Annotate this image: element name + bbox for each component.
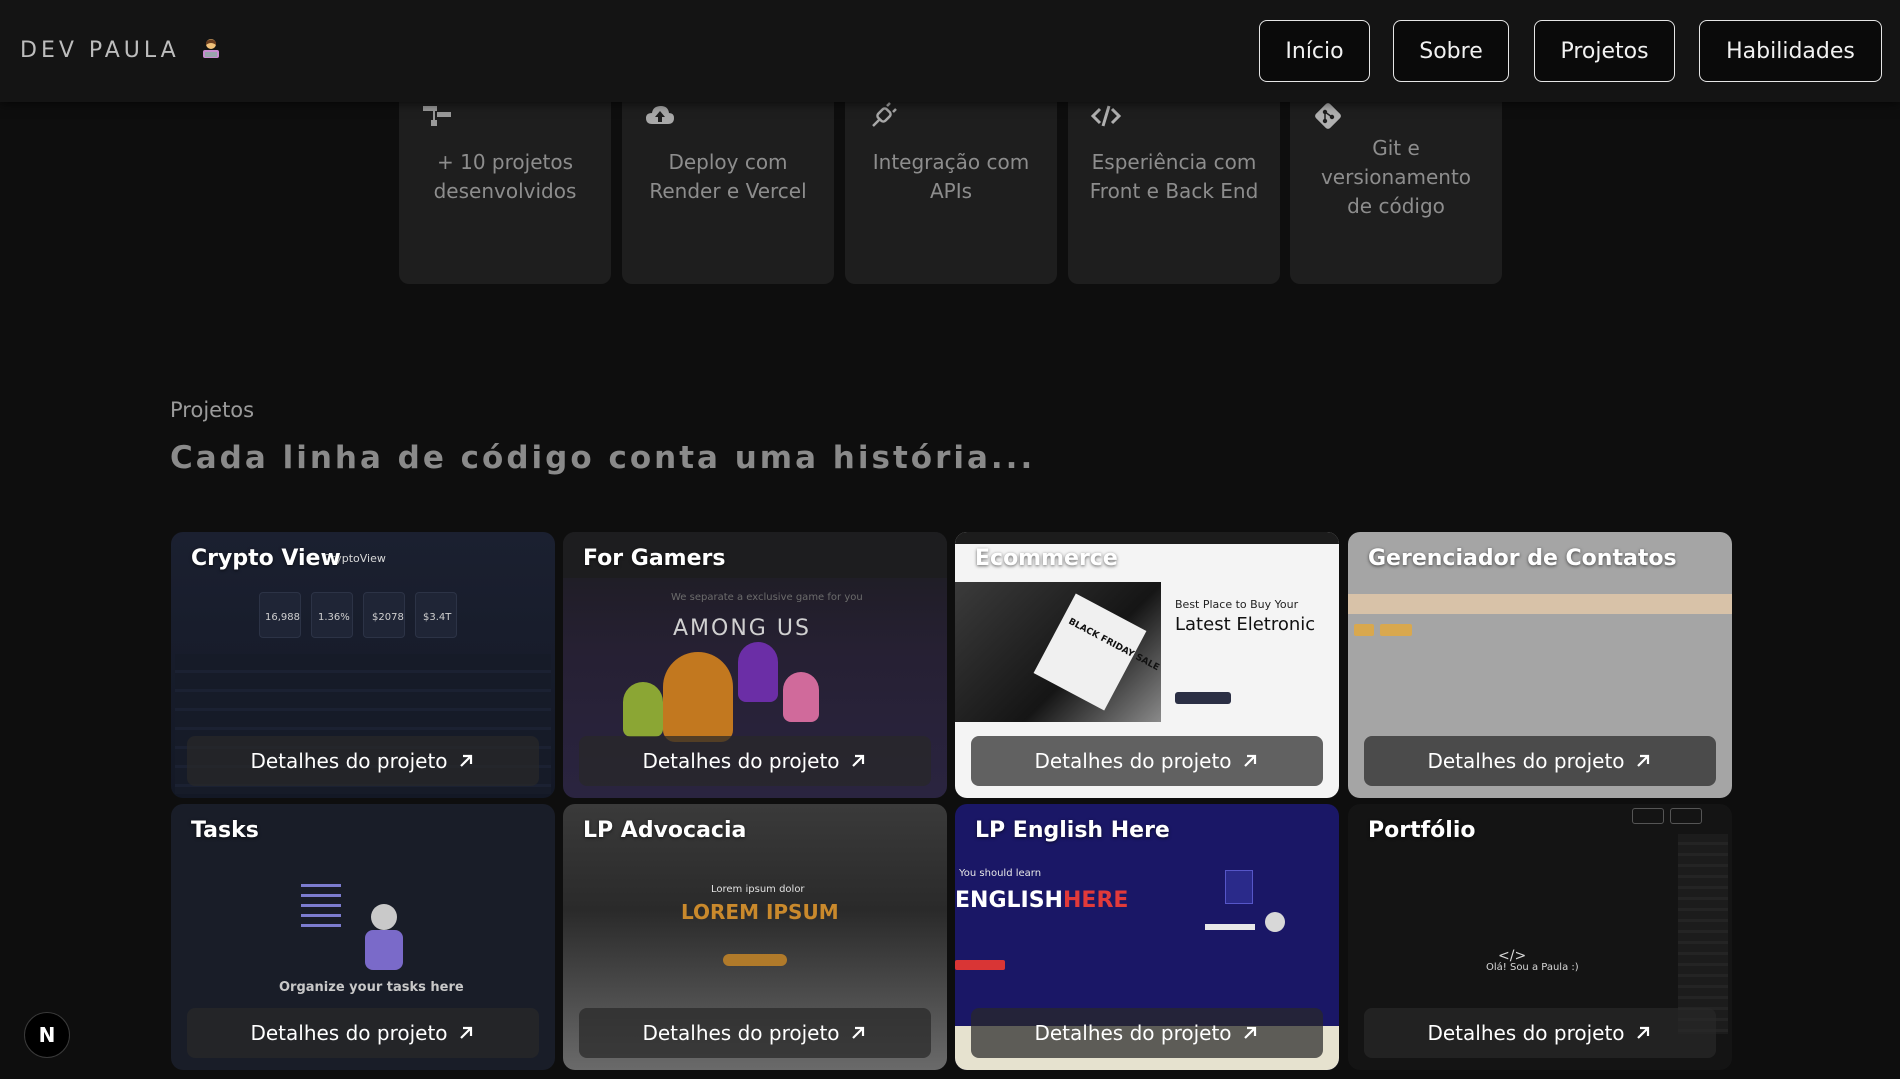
woman-technologist-icon	[202, 39, 219, 58]
project-details-button[interactable]: Detalhes do projeto	[579, 1008, 931, 1058]
code-icon	[1090, 105, 1122, 127]
button-label: Detalhes do projeto	[1427, 749, 1625, 773]
project-details-button[interactable]: Detalhes do projeto	[1364, 1008, 1716, 1058]
project-title: Gerenciador de Contatos	[1368, 546, 1677, 571]
project-card-lp-english-here[interactable]: You should learn ENGLISH HERE LP English…	[955, 804, 1339, 1070]
gamers-game: AMONG US	[673, 616, 811, 641]
crypto-stat: $2078	[372, 612, 404, 623]
english-big: ENGLISH	[955, 888, 1063, 913]
section-title: Cada linha de código conta uma história.…	[170, 440, 1036, 476]
gamers-tagline: We separate a exclusive game for you	[671, 592, 863, 603]
tasks-caption: Organize your tasks here	[279, 980, 464, 995]
project-title: For Gamers	[583, 546, 726, 571]
crypto-stat: $3.4T	[423, 612, 452, 623]
git-icon	[1315, 103, 1341, 129]
skill-text: Integração com APIs	[872, 150, 1030, 203]
nextjs-dev-badge[interactable]: N	[24, 1012, 70, 1058]
site-header: DEV PAULA Início Sobre Projetos Habilida…	[0, 0, 1900, 102]
skill-card-projects: + 10 projetos desenvolvidos	[399, 86, 611, 284]
button-label: Detalhes do projeto	[642, 749, 840, 773]
advocacia-small: Lorem ipsum dolor	[711, 884, 805, 895]
button-label: Detalhes do projeto	[250, 1021, 448, 1045]
git-merge-icon	[423, 106, 451, 126]
nav-projetos[interactable]: Projetos	[1534, 20, 1675, 82]
project-title: LP Advocacia	[583, 818, 747, 843]
project-card-ecommerce[interactable]: BLACK FRIDAY SALE Best Place to Buy Your…	[955, 532, 1339, 798]
ecommerce-heading: Latest Eletronic	[1175, 614, 1316, 635]
project-details-button[interactable]: Detalhes do projeto	[187, 1008, 539, 1058]
skill-card-git: Git e versionamento de código	[1290, 86, 1502, 284]
project-title: Portfólio	[1368, 818, 1476, 843]
project-title: Tasks	[191, 818, 259, 843]
arrow-up-right-icon	[1636, 1026, 1649, 1039]
button-label: Detalhes do projeto	[1034, 1021, 1232, 1045]
project-card-gerenciador-contatos[interactable]: Gerenciador de Contatos Detalhes do proj…	[1348, 532, 1732, 798]
project-card-portfolio[interactable]: </> Olá! Sou a Paula :) Portfólio Detalh…	[1348, 804, 1732, 1070]
cloud-upload-icon	[646, 106, 674, 124]
nav-sobre[interactable]: Sobre	[1393, 20, 1509, 82]
arrow-up-right-icon	[459, 1026, 472, 1039]
portfolio-greeting: Olá! Sou a Paula :)	[1486, 962, 1579, 973]
arrow-up-right-icon	[459, 754, 472, 767]
section-kicker: Projetos	[170, 398, 255, 422]
arrow-up-right-icon	[851, 1026, 864, 1039]
skill-card-deploy: Deploy com Render e Vercel	[622, 86, 834, 284]
project-card-for-gamers[interactable]: We separate a exclusive game for you AMO…	[563, 532, 947, 798]
project-title: LP English Here	[975, 818, 1170, 843]
project-details-button[interactable]: Detalhes do projeto	[971, 1008, 1323, 1058]
skill-text: Deploy com Render e Vercel	[649, 150, 807, 203]
button-label: Detalhes do projeto	[642, 1021, 840, 1045]
crypto-stat: 1.36%	[318, 612, 350, 623]
project-title: Crypto View	[191, 546, 341, 571]
arrow-up-right-icon	[1243, 1026, 1256, 1039]
button-label: Detalhes do projeto	[250, 749, 448, 773]
arrow-up-right-icon	[1636, 754, 1649, 767]
english-small: You should learn	[959, 868, 1042, 879]
button-label: Detalhes do projeto	[1034, 749, 1232, 773]
project-card-tasks[interactable]: Organize your tasks here Tasks Detalhes …	[171, 804, 555, 1070]
nav-habilidades[interactable]: Habilidades	[1699, 20, 1882, 82]
english-big-accent: HERE	[1063, 888, 1129, 913]
button-label: Detalhes do projeto	[1427, 1021, 1625, 1045]
project-title: Ecommerce	[975, 546, 1118, 571]
project-details-button[interactable]: Detalhes do projeto	[1364, 736, 1716, 786]
plug-icon	[872, 102, 897, 127]
crypto-stat: 16,988	[265, 612, 300, 623]
brand-name: DEV PAULA	[20, 38, 180, 63]
arrow-up-right-icon	[1243, 754, 1256, 767]
project-details-button[interactable]: Detalhes do projeto	[187, 736, 539, 786]
nav-inicio[interactable]: Início	[1259, 20, 1370, 82]
skill-text: + 10 projetos desenvolvidos	[433, 150, 577, 203]
ecommerce-heading: Best Place to Buy Your	[1175, 598, 1299, 611]
project-card-crypto-view[interactable]: CryptoView 16,988 1.36% $2078 $3.4T Cryp…	[171, 532, 555, 798]
advocacia-big: LOREM IPSUM	[681, 900, 839, 924]
skill-card-fullstack: Esperiência com Front e Back End	[1068, 86, 1280, 284]
skill-text: Esperiência com Front e Back End	[1089, 150, 1259, 203]
project-details-button[interactable]: Detalhes do projeto	[579, 736, 931, 786]
skill-text: Git e versionamento de código	[1320, 136, 1472, 218]
skill-card-apis: Integração com APIs	[845, 86, 1057, 284]
project-card-lp-advocacia[interactable]: Lorem ipsum dolor LOREM IPSUM LP Advocac…	[563, 804, 947, 1070]
arrow-up-right-icon	[851, 754, 864, 767]
brand-logo[interactable]: DEV PAULA	[20, 36, 223, 63]
project-details-button[interactable]: Detalhes do projeto	[971, 736, 1323, 786]
